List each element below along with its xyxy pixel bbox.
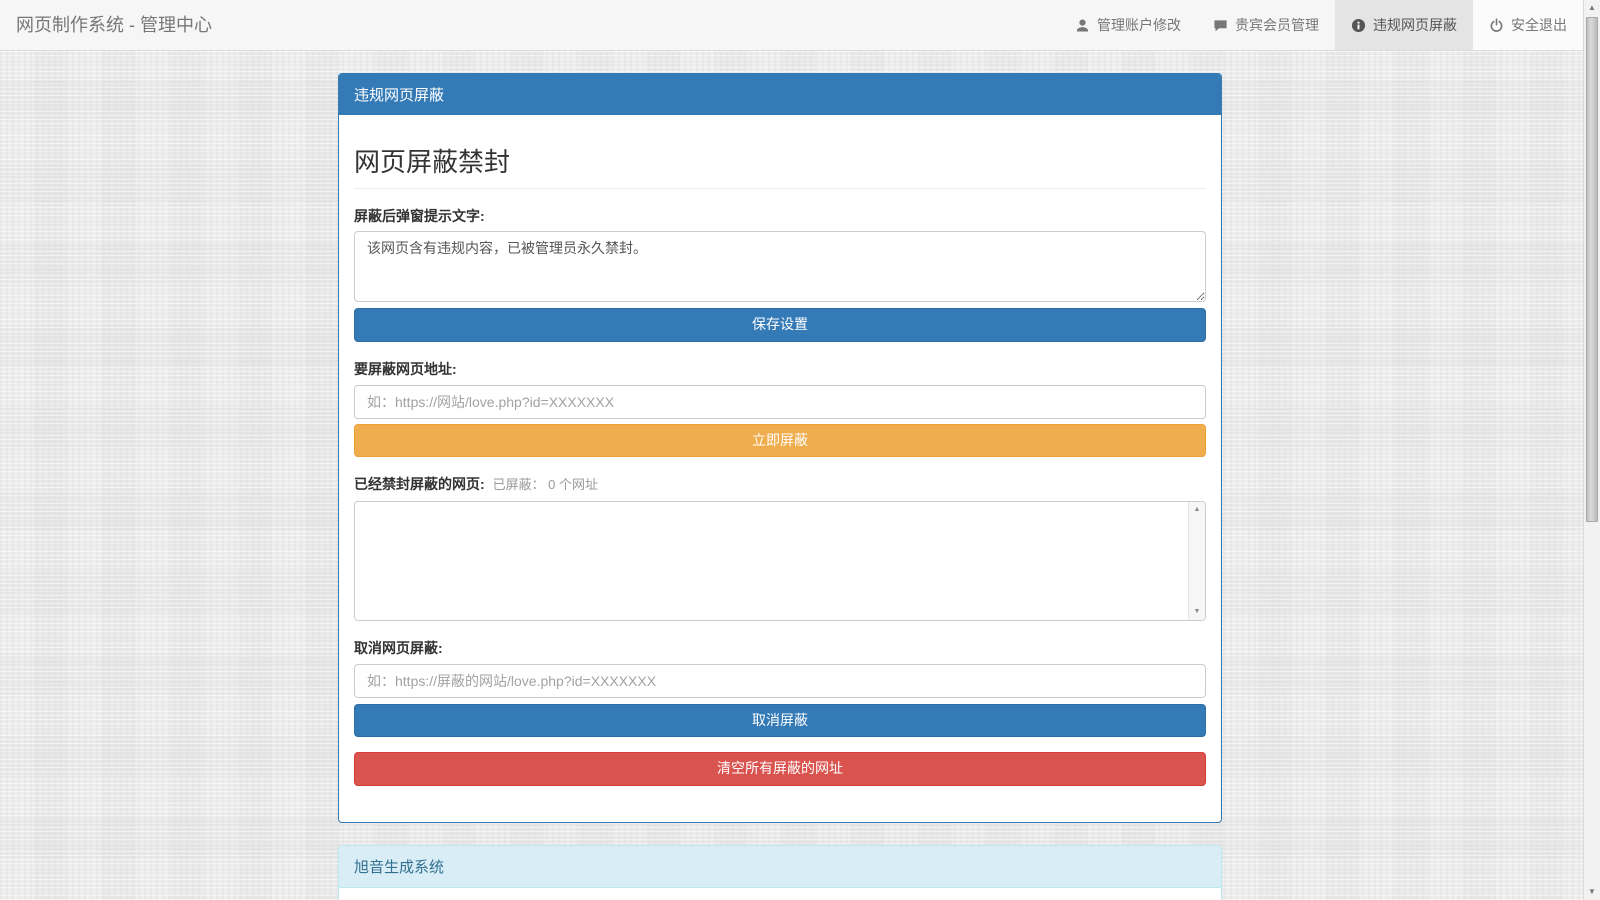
nav-item-vip[interactable]: 贵宾会员管理 <box>1197 0 1335 50</box>
block-url-label: 要屏蔽网页地址: <box>354 359 1206 379</box>
unblock-url-input[interactable] <box>354 664 1206 698</box>
scroll-down-icon[interactable]: ▼ <box>1584 884 1600 900</box>
page-title: 网页屏蔽禁封 <box>354 148 1206 189</box>
generator-panel: 旭音生成系统 <box>338 845 1222 900</box>
scroll-up-icon[interactable]: ▲ <box>1189 503 1205 517</box>
comment-icon <box>1213 18 1228 33</box>
brand-title[interactable]: 网页制作系统 - 管理中心 <box>0 0 228 50</box>
block-url-input[interactable] <box>354 385 1206 419</box>
save-settings-button[interactable]: 保存设置 <box>354 308 1206 342</box>
clear-all-button[interactable]: 清空所有屏蔽的网址 <box>354 752 1206 786</box>
nav-item-label: 安全退出 <box>1511 15 1567 35</box>
nav-item-label: 违规网页屏蔽 <box>1373 15 1457 35</box>
user-icon <box>1075 18 1090 33</box>
block-now-button[interactable]: 立即屏蔽 <box>354 424 1206 458</box>
page-scrollbar[interactable]: ▲ ▼ <box>1583 0 1600 900</box>
scrollbar-thumb[interactable] <box>1586 17 1598 522</box>
main-content: 违规网页屏蔽 网页屏蔽禁封 屏蔽后弹窗提示文字: 该网页含有违规内容，已被管理员… <box>338 73 1222 900</box>
top-navbar: 网页制作系统 - 管理中心 管理账户修改 贵宾会员管理 违规网页屏蔽 安全退出 <box>0 0 1583 51</box>
panel-body: 网页屏蔽禁封 屏蔽后弹窗提示文字: 该网页含有违规内容，已被管理员永久禁封。 保… <box>339 115 1221 822</box>
unblock-url-label: 取消网页屏蔽: <box>354 638 1206 658</box>
blocked-list-scrollbar[interactable]: ▲ ▼ <box>1188 502 1205 620</box>
generator-panel-header: 旭音生成系统 <box>339 846 1221 888</box>
navbar-menu: 管理账户修改 贵宾会员管理 违规网页屏蔽 安全退出 <box>1059 0 1583 50</box>
blocked-count-badge: 已屏蔽： 0 个网址 <box>493 477 598 492</box>
scroll-up-icon[interactable]: ▲ <box>1584 0 1600 16</box>
nav-item-label: 管理账户修改 <box>1097 15 1181 35</box>
blocked-urls-list[interactable]: ▲ ▼ <box>354 501 1206 621</box>
blocked-list-label: 已经禁封屏蔽的网页: 已屏蔽： 0 个网址 <box>354 474 1206 495</box>
nav-item-block-pages[interactable]: 违规网页屏蔽 <box>1335 0 1473 50</box>
power-icon <box>1489 18 1504 33</box>
info-icon <box>1351 18 1366 33</box>
blocked-list-label-text: 已经禁封屏蔽的网页: <box>354 476 485 492</box>
nav-item-logout[interactable]: 安全退出 <box>1473 0 1583 50</box>
panel-header: 违规网页屏蔽 <box>339 74 1221 115</box>
popup-text-input[interactable]: 该网页含有违规内容，已被管理员永久禁封。 <box>354 231 1206 302</box>
nav-item-account[interactable]: 管理账户修改 <box>1059 0 1197 50</box>
nav-item-label: 贵宾会员管理 <box>1235 15 1319 35</box>
generator-panel-body <box>339 888 1221 900</box>
scroll-down-icon[interactable]: ▼ <box>1189 605 1205 619</box>
block-panel: 违规网页屏蔽 网页屏蔽禁封 屏蔽后弹窗提示文字: 该网页含有违规内容，已被管理员… <box>338 73 1222 823</box>
popup-text-label: 屏蔽后弹窗提示文字: <box>354 206 1206 226</box>
unblock-button[interactable]: 取消屏蔽 <box>354 704 1206 738</box>
